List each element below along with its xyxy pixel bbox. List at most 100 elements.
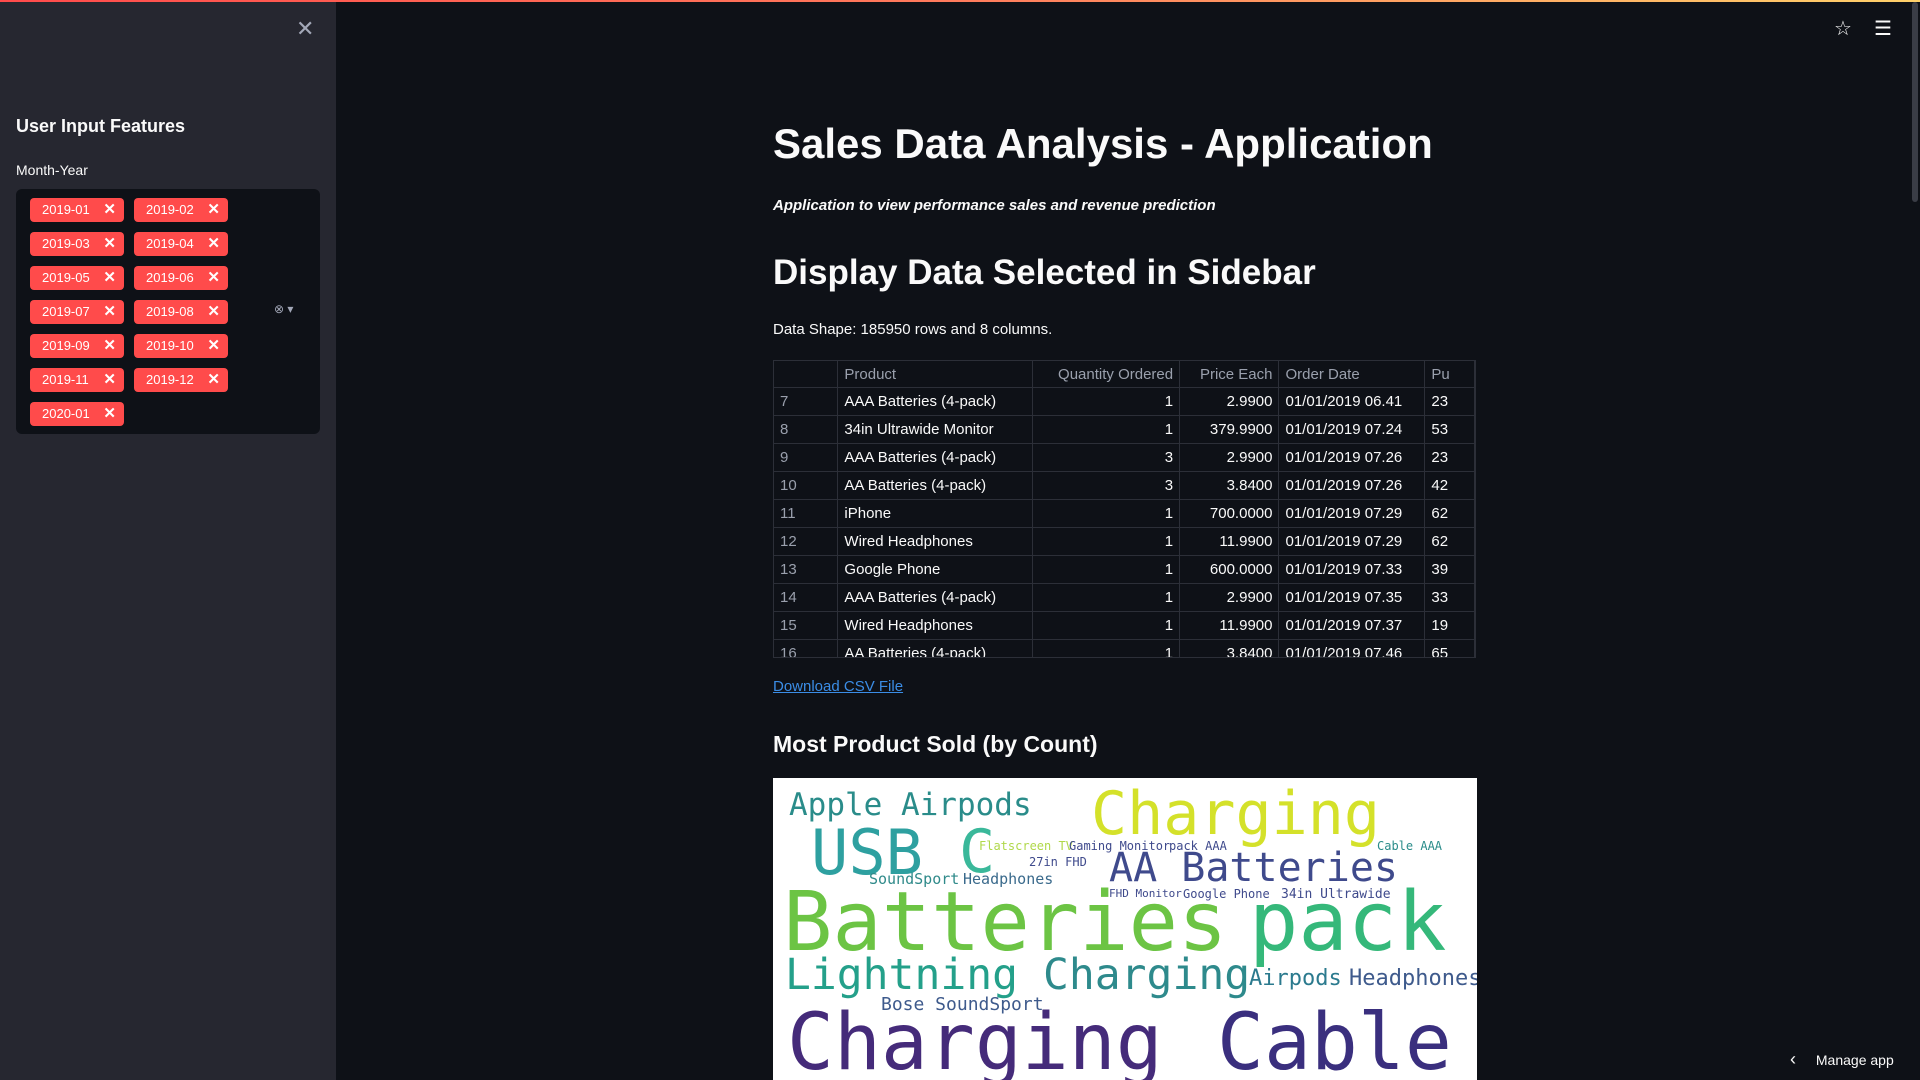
quantity-cell: 1 [1032,583,1181,612]
chip-remove-icon[interactable]: ✕ [103,368,116,392]
star-icon[interactable]: ☆ [1834,16,1852,41]
word-cloud-word: Charging [1091,779,1380,849]
chip-label: 2019-07 [42,304,90,319]
chip-label: 2019-02 [146,202,194,217]
product-cell: iPhone [837,499,1033,528]
chip-remove-icon[interactable]: ✕ [103,300,116,324]
chip-remove-icon[interactable]: ✕ [207,232,220,256]
chip-remove-icon[interactable]: ✕ [103,266,116,290]
word-cloud-word: SoundSport [869,870,960,888]
month-year-chip[interactable]: 2019-09 ✕ [30,334,124,358]
order-date-cell: 01/01/2019 07.26 [1278,443,1426,472]
word-cloud-word: Headphones [963,870,1054,888]
purchase-cell: 42 [1424,471,1475,500]
chip-remove-icon[interactable]: ✕ [207,198,220,222]
table-row[interactable]: 7 AAA Batteries (4-pack) 1 2.9900 01/01/2019… [774,387,1475,416]
word-cloud-word: Headphones [1349,966,1477,991]
month-year-chip[interactable]: 2020-01 ✕ [30,402,124,426]
quantity-cell: 1 [1032,555,1181,584]
column-header-index[interactable] [774,361,839,388]
purchase-cell: 19 [1424,611,1475,640]
table-row[interactable]: 10 AA Batteries (4-pack) 3 3.8400 01/01/2019… [774,471,1475,500]
purchase-cell: 39 [1424,555,1475,584]
row-index: 12 [774,527,839,556]
month-year-chip[interactable]: 2019-11 ✕ [30,368,124,392]
row-index: 8 [774,415,839,444]
month-year-chip[interactable]: 2019-04 ✕ [134,232,228,256]
order-date-cell: 01/01/2019 07.29 [1278,499,1426,528]
chip-remove-icon[interactable]: ✕ [207,334,220,358]
purchase-cell: 62 [1424,499,1475,528]
table-row[interactable]: 9 AAA Batteries (4-pack) 3 2.9900 01/01/2019… [774,443,1475,472]
quantity-cell: 1 [1032,415,1181,444]
product-cell: AAA Batteries (4-pack) [837,583,1033,612]
table-row[interactable]: 13 Google Phone 1 600.0000 01/01/2019 07.33 3… [774,555,1475,584]
order-date-cell: 01/01/2019 07.37 [1278,611,1426,640]
sidebar: ✕ User Input Features Month-Year 2019-01… [0,2,336,1080]
price-cell: 600.0000 [1179,555,1280,584]
word-cloud-word: pack AAA [1169,839,1227,853]
purchase-cell: 23 [1424,387,1475,416]
quantity-cell: 1 [1032,639,1181,657]
purchase-cell: 23 [1424,443,1475,472]
download-csv-link[interactable]: Download CSV File [773,678,903,695]
month-year-chip[interactable]: 2019-07 ✕ [30,300,124,324]
hamburger-menu-icon[interactable]: ☰ [1874,16,1892,41]
data-table[interactable]: Product Quantity Ordered Price Each Orde… [773,360,1476,658]
chip-remove-icon[interactable]: ✕ [103,232,116,256]
word-cloud-word: FHD Monitor [1109,887,1182,900]
price-cell: 379.9900 [1179,415,1280,444]
chevron-down-icon[interactable]: ▾ [287,302,293,316]
month-year-chip[interactable]: 2019-03 ✕ [30,232,124,256]
chip-remove-icon[interactable]: ✕ [103,334,116,358]
chip-label: 2019-04 [146,236,194,251]
chip-label: 2019-06 [146,270,194,285]
table-row[interactable]: 15 Wired Headphones 1 11.9900 01/01/2019 07.… [774,611,1475,640]
multiselect-controls: ⊗ ▾ [274,302,293,316]
page-scrollbar[interactable] [1912,2,1918,202]
month-year-chip[interactable]: 2019-05 ✕ [30,266,124,290]
table-row[interactable]: 16 AA Batteries (4-pack) 1 3.8400 01/01/2019… [774,639,1475,657]
product-cell: 34in Ultrawide Monitor [837,415,1033,444]
order-date-cell: 01/01/2019 07.26 [1278,471,1426,500]
chip-label: 2019-05 [42,270,90,285]
word-cloud-word: 34in Ultrawide [1281,887,1391,902]
table-row[interactable]: 14 AAA Batteries (4-pack) 1 2.9900 01/01/201… [774,583,1475,612]
month-year-chip[interactable]: 2019-02 ✕ [134,198,228,222]
chip-remove-icon[interactable]: ✕ [207,300,220,324]
month-year-chip[interactable]: 2019-12 ✕ [134,368,228,392]
month-year-chip[interactable]: 2019-06 ✕ [134,266,228,290]
chip-remove-icon[interactable]: ✕ [103,198,116,222]
price-cell: 11.9900 [1179,611,1280,640]
month-year-chip[interactable]: 2019-10 ✕ [134,334,228,358]
purchase-cell: 53 [1424,415,1475,444]
chip-remove-icon[interactable]: ✕ [207,266,220,290]
close-sidebar-icon[interactable]: ✕ [296,18,314,40]
order-date-cell: 01/01/2019 07.33 [1278,555,1426,584]
column-header-product[interactable]: Product [837,361,1033,388]
row-index: 15 [774,611,839,640]
chip-remove-icon[interactable]: ✕ [207,368,220,392]
table-row[interactable]: 8 34in Ultrawide Monitor 1 379.9900 01/01/20… [774,415,1475,444]
chip-label: 2020-01 [42,406,90,421]
clear-all-icon[interactable]: ⊗ [274,302,284,316]
chip-label: 2019-10 [146,338,194,353]
column-header-purchase[interactable]: Pu [1424,361,1475,388]
column-header-order-date[interactable]: Order Date [1278,361,1426,388]
price-cell: 2.9900 [1179,443,1280,472]
order-date-cell: 01/01/2019 07.24 [1278,415,1426,444]
manage-app-button[interactable]: ‹ Manage app [1790,1049,1894,1070]
month-year-chip[interactable]: 2019-08 ✕ [134,300,228,324]
row-index: 14 [774,583,839,612]
month-year-chip[interactable]: 2019-01 ✕ [30,198,124,222]
purchase-cell: 65 [1424,639,1475,657]
table-row[interactable]: 11 iPhone 1 700.0000 01/01/2019 07.29 62 [774,499,1475,528]
column-header-quantity[interactable]: Quantity Ordered [1032,361,1181,388]
column-header-price[interactable]: Price Each [1179,361,1280,388]
quantity-cell: 3 [1032,471,1181,500]
chip-label: 2019-11 [42,372,89,387]
order-date-cell: 01/01/2019 07.35 [1278,583,1426,612]
table-row[interactable]: 12 Wired Headphones 1 11.9900 01/01/2019 07.… [774,527,1475,556]
chip-remove-icon[interactable]: ✕ [103,402,116,426]
chip-label: 2019-01 [42,202,90,217]
